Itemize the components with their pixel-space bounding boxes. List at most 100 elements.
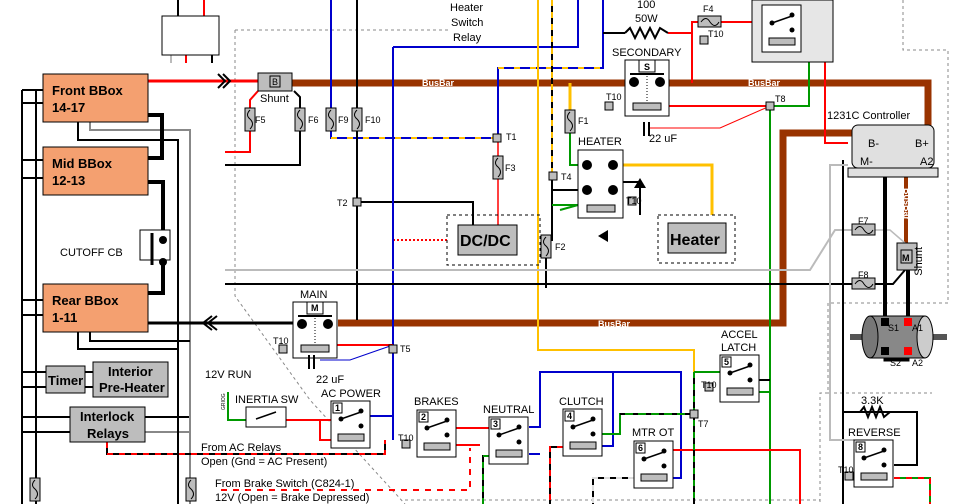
motor-a2: A2 — [912, 358, 923, 368]
coil — [569, 441, 597, 450]
t10-label: T10 — [273, 336, 289, 346]
controller-base — [847, 167, 939, 178]
fuse-f1-label: F1 — [578, 116, 589, 126]
contact — [655, 77, 665, 87]
secondary-label: SECONDARY — [612, 47, 682, 59]
coil — [586, 204, 616, 213]
motor-a1: A1 — [912, 323, 923, 333]
wire — [549, 446, 563, 504]
contact — [789, 27, 795, 33]
contact — [661, 463, 667, 469]
enclosure-border — [819, 392, 828, 504]
heater-switch-relay-2: Switch — [451, 17, 483, 29]
mid-bbox-range: 12-13 — [52, 173, 85, 188]
contact — [590, 431, 596, 437]
contact — [444, 432, 450, 438]
dcdc-label: DC/DC — [460, 233, 511, 250]
inertia-switch — [245, 406, 287, 428]
accel-label: ACCEL — [721, 329, 758, 341]
terminal — [548, 171, 558, 181]
motor-s2: S2 — [890, 358, 901, 368]
relay-number: 3 — [493, 419, 498, 429]
ac-power-label: AC POWER — [321, 388, 381, 400]
wire — [89, 332, 190, 342]
front-bbox-name: Front BBox — [52, 83, 124, 98]
interlock-label-1: Interlock — [80, 409, 135, 424]
terminal — [388, 344, 398, 354]
fuse-f7-label: F7 — [858, 216, 869, 226]
controller-title: 1231C Controller — [827, 110, 910, 122]
terminal — [699, 35, 709, 45]
front-shunt: B Shunt — [257, 72, 293, 105]
relay-number: 6 — [638, 443, 643, 453]
fuse-f3-label: F3 — [505, 163, 516, 173]
wire — [225, 269, 906, 285]
motor-shunt-letter: M — [902, 253, 910, 263]
contact — [608, 185, 618, 195]
fuse-f10-label: F10 — [365, 115, 381, 125]
t8-label: T8 — [775, 94, 786, 104]
top-left-relay — [161, 15, 220, 56]
neutral-label: NEUTRAL — [483, 404, 534, 416]
motor-shunt: M Shunt — [896, 242, 925, 276]
relay-number: 8 — [858, 442, 863, 452]
preheater-label-1: Interior — [108, 364, 153, 379]
motor-terminal-a1 — [904, 318, 912, 326]
shunt-label: Shunt — [260, 93, 289, 105]
motor-terminal-a2 — [904, 347, 912, 355]
timer-box: Timer — [45, 365, 86, 394]
motor-shunt-label: Shunt — [913, 247, 925, 276]
battery-link — [148, 113, 164, 160]
t10-label: T10 — [626, 196, 642, 206]
wire — [875, 229, 906, 244]
terminal — [689, 409, 699, 419]
contact — [358, 423, 364, 429]
note-brake-switch: From Brake Switch (C824-1) — [215, 478, 354, 490]
contact — [608, 160, 618, 170]
busbar-label-vertical: BusBar — [902, 188, 912, 221]
busbar-label-right: BusBar — [748, 78, 781, 88]
contact — [881, 462, 887, 468]
busbar-label-top: BusBar — [422, 78, 455, 88]
fuse-f9-label: F9 — [338, 115, 349, 125]
wiring-diagram: 123456 8 Front BBox 14-17 Mid BBox 12-13 … — [21, 0, 949, 504]
busbar-label-bottom: BusBar — [598, 319, 631, 329]
heater-switch-relay-1: Heater — [450, 2, 483, 14]
fuse-f5-label: F5 — [255, 115, 266, 125]
controller-b-minus: B- — [868, 138, 879, 150]
wire — [894, 477, 931, 504]
t10-label: T10 — [701, 380, 717, 390]
t10-label: T10 — [398, 433, 414, 443]
terminal — [604, 101, 614, 111]
contact — [323, 319, 333, 329]
mid-bbox: Mid BBox 12-13 — [42, 146, 149, 196]
contact — [159, 258, 167, 266]
wire — [552, 204, 579, 211]
clutch-label: CLUTCH — [559, 396, 604, 408]
diode — [598, 230, 608, 242]
rear-bbox-name: Rear BBox — [52, 293, 119, 308]
wire — [357, 201, 474, 225]
t1-label: T1 — [506, 132, 517, 142]
coil — [860, 472, 888, 481]
terminal — [352, 197, 362, 207]
controller-b-plus: B+ — [915, 138, 929, 150]
t10-label: T10 — [606, 92, 622, 102]
relay-number: 5 — [724, 357, 729, 367]
heater-element: Heater — [657, 214, 736, 264]
dcdc-converter: DC/DC — [446, 214, 541, 266]
contact — [582, 160, 592, 170]
ground-tag: GRIOG — [221, 393, 227, 410]
main-letter: M — [311, 303, 319, 313]
resistor-wattage: 50W — [635, 13, 658, 25]
t7-label: T7 — [698, 419, 709, 429]
terminal — [765, 101, 775, 111]
note-ac-relays: From AC Relays — [201, 442, 282, 454]
contact — [159, 236, 167, 244]
mtr-ot-label: MTR OT — [632, 427, 674, 439]
shunt-letter: B — [272, 77, 278, 87]
capacitor-label: 22 uF — [649, 133, 677, 145]
coil — [300, 344, 330, 353]
coil — [640, 473, 668, 482]
run-12v-label: 12V RUN — [205, 369, 252, 381]
